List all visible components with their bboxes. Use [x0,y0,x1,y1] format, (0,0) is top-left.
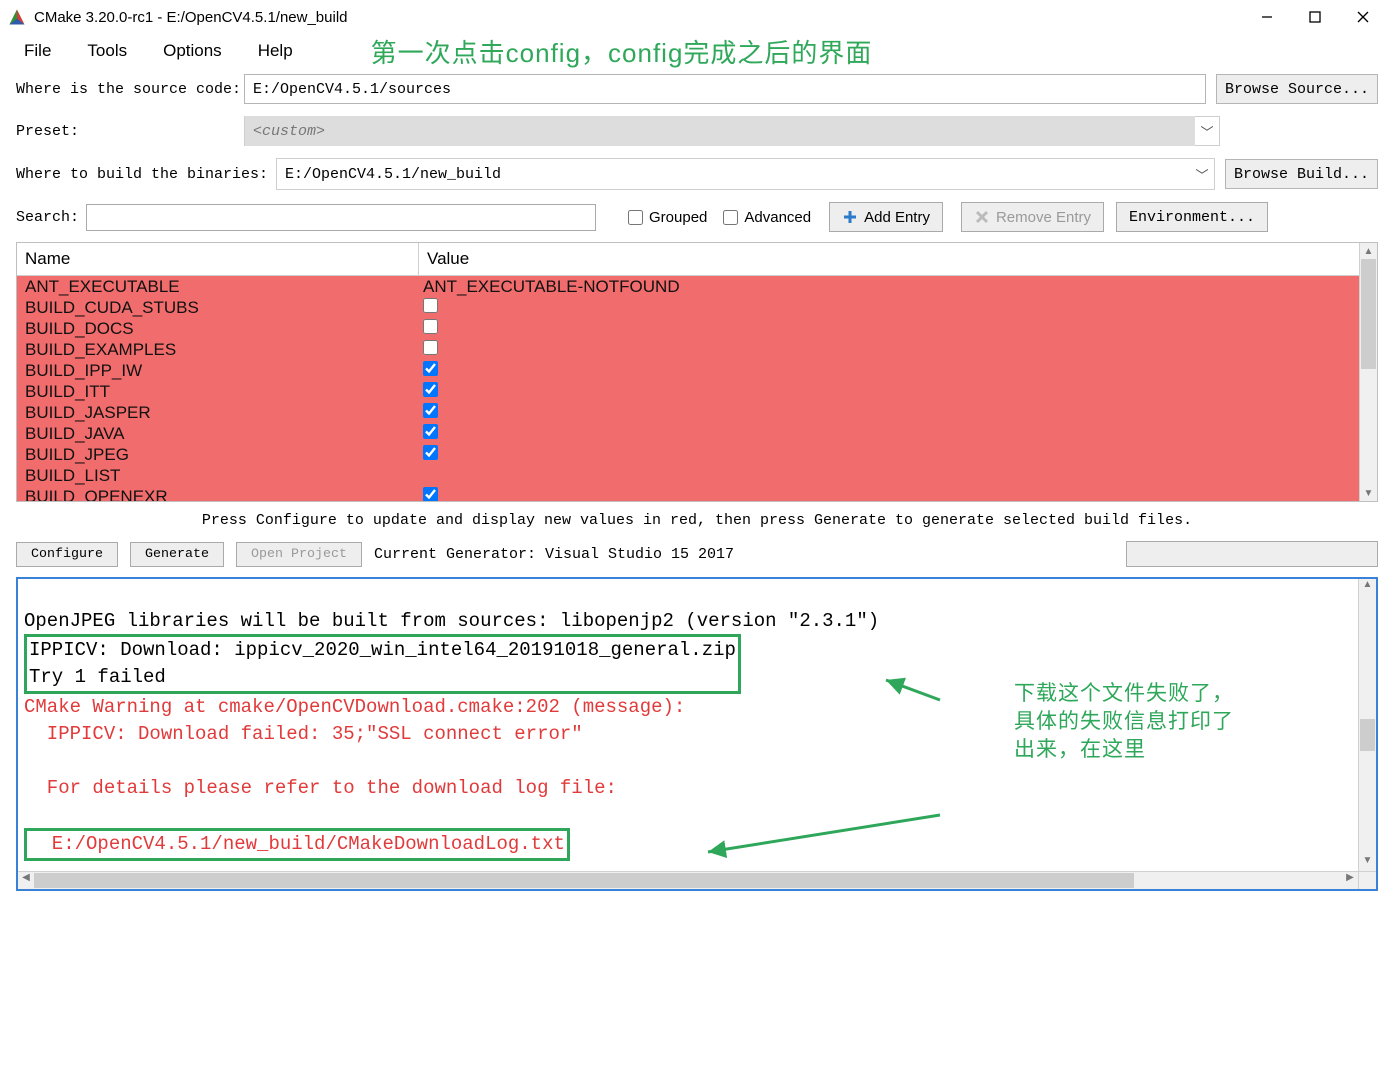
cache-value[interactable] [419,340,1359,360]
column-value[interactable]: Value [419,243,1359,275]
output-line: CMake Warning at cmake/OpenCVDownload.cm… [24,696,685,718]
output-line: OpenJPEG libraries will be built from so… [24,610,879,632]
cache-name: BUILD_DOCS [17,319,419,339]
cache-value[interactable] [419,403,1359,423]
configure-button[interactable]: Configure [16,542,118,567]
cache-checkbox[interactable] [423,403,438,418]
cache-value[interactable]: ANT_EXECUTABLE-NOTFOUND [419,277,1359,297]
search-label: Search: [16,209,86,226]
chevron-down-icon[interactable]: ﹀ [1190,165,1214,184]
remove-entry-button: Remove Entry [961,202,1104,232]
build-input[interactable] [277,159,1190,189]
cache-checkbox[interactable] [423,445,438,460]
advanced-checkbox[interactable] [723,210,738,225]
table-row[interactable]: BUILD_DOCS [17,318,1359,339]
annotation-box-download: IPPICV: Download: ippicv_2020_win_intel6… [24,634,741,694]
menu-file[interactable]: File [6,37,69,65]
chevron-down-icon[interactable]: ﹀ [1195,122,1219,141]
hint-text: Press Configure to update and display ne… [0,512,1394,529]
source-label: Where is the source code: [16,81,244,98]
cache-name: BUILD_LIST [17,466,419,486]
table-row[interactable]: BUILD_LIST [17,465,1359,486]
menu-tools[interactable]: Tools [69,37,145,65]
cache-name: BUILD_JAVA [17,424,419,444]
minimize-button[interactable] [1244,2,1290,32]
cache-value[interactable] [419,319,1359,339]
cache-name: BUILD_CUDA_STUBS [17,298,419,318]
cache-checkbox[interactable] [423,424,438,439]
cache-name: BUILD_EXAMPLES [17,340,419,360]
plus-icon [842,209,858,225]
column-name[interactable]: Name [17,243,419,275]
build-label: Where to build the binaries: [16,166,276,183]
advanced-label: Advanced [744,209,811,226]
cmake-logo-icon [8,8,26,26]
browse-build-button[interactable]: Browse Build... [1225,159,1378,189]
cache-name: BUILD_JPEG [17,445,419,465]
add-entry-button[interactable]: Add Entry [829,202,943,232]
table-scrollbar[interactable]: ▲▼ [1359,243,1377,501]
cache-value[interactable] [419,298,1359,318]
browse-source-button[interactable]: Browse Source... [1216,74,1378,104]
annotation-box-logpath: E:/OpenCV4.5.1/new_build/CMakeDownloadLo… [24,828,570,861]
output-v-scrollbar[interactable]: ▲▼ [1358,579,1376,871]
grouped-label: Grouped [649,209,707,226]
annotation-top: 第一次点击config，config完成之后的界面 [371,33,873,70]
output-line: IPPICV: Download failed: 35;"SSL connect… [24,723,583,745]
cache-value[interactable] [419,382,1359,402]
table-row[interactable]: BUILD_JAVA [17,423,1359,444]
table-row[interactable]: BUILD_EXAMPLES [17,339,1359,360]
cache-checkbox[interactable] [423,361,438,376]
x-icon [974,209,990,225]
cache-name: BUILD_IPP_IW [17,361,419,381]
cache-value[interactable] [419,424,1359,444]
cache-name: ANT_EXECUTABLE [17,277,419,297]
current-generator: Current Generator: Visual Studio 15 2017 [374,546,734,563]
environment-button[interactable]: Environment... [1116,202,1268,232]
progress-bar [1126,541,1378,567]
preset-label: Preset: [16,123,244,140]
table-row[interactable]: ANT_EXECUTABLEANT_EXECUTABLE-NOTFOUND [17,276,1359,297]
cache-value[interactable] [419,361,1359,381]
source-input[interactable] [244,74,1206,104]
annotation-side: 下载这个文件失败了， 具体的失败信息打印了 出来，在这里 [1014,680,1234,764]
table-row[interactable]: BUILD_JASPER [17,402,1359,423]
cache-name: BUILD_OPENEXR [17,487,419,502]
cache-checkbox[interactable] [423,298,438,313]
table-row[interactable]: BUILD_ITT [17,381,1359,402]
preset-select[interactable] [245,116,1195,146]
cache-table[interactable]: Name Value ANT_EXECUTABLEANT_EXECUTABLE-… [16,242,1378,502]
cache-name: BUILD_ITT [17,382,419,402]
table-row[interactable]: BUILD_OPENEXR [17,486,1359,501]
window-title: CMake 3.20.0-rc1 - E:/OpenCV4.5.1/new_bu… [34,9,1244,26]
cache-checkbox[interactable] [423,319,438,334]
open-project-button: Open Project [236,542,362,567]
output-h-scrollbar[interactable]: ◀▶ [18,871,1376,889]
cache-value[interactable] [419,487,1359,502]
grouped-checkbox[interactable] [628,210,643,225]
cache-value[interactable] [419,445,1359,465]
cache-checkbox[interactable] [423,340,438,355]
menu-options[interactable]: Options [145,37,240,65]
table-row[interactable]: BUILD_IPP_IW [17,360,1359,381]
generate-button[interactable]: Generate [130,542,224,567]
maximize-button[interactable] [1292,2,1338,32]
cache-name: BUILD_JASPER [17,403,419,423]
cache-checkbox[interactable] [423,487,438,502]
cache-checkbox[interactable] [423,382,438,397]
output-line: For details please refer to the download… [24,777,617,799]
menu-help[interactable]: Help [240,37,311,65]
table-row[interactable]: BUILD_CUDA_STUBS [17,297,1359,318]
close-button[interactable] [1340,2,1386,32]
search-input[interactable] [86,204,596,231]
table-row[interactable]: BUILD_JPEG [17,444,1359,465]
